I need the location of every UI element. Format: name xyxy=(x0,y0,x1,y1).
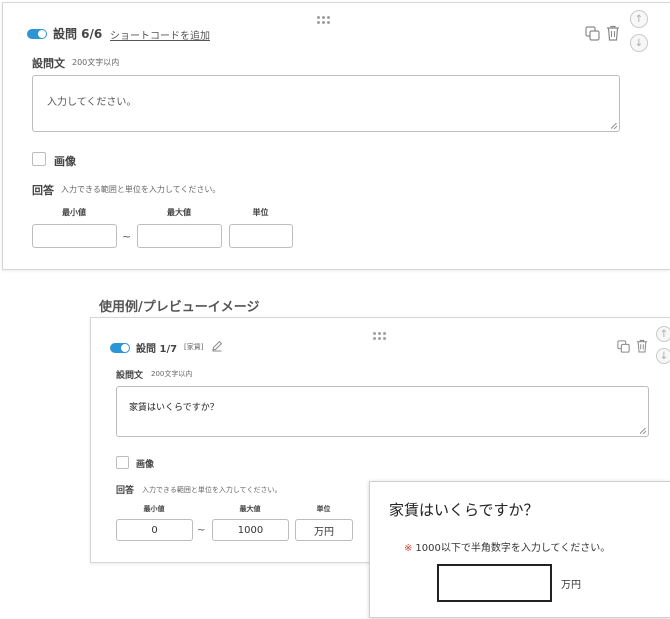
add-shortcode-link[interactable]: ショートコードを追加 xyxy=(110,27,210,42)
question-number-title: 設問 1/7 xyxy=(136,344,178,355)
delete-trash-icon[interactable] xyxy=(606,25,620,41)
answer-hint: 入力できる範囲と単位を入力してください。 xyxy=(142,486,282,494)
max-value-label: 最大値 xyxy=(167,208,191,217)
max-value-input[interactable] xyxy=(137,224,222,248)
move-up-icon[interactable]: ↑ xyxy=(630,10,648,28)
preview-note-text: 1000以下で半角数字を入力してください。 xyxy=(415,543,611,554)
unit-input[interactable]: 万円 xyxy=(295,519,353,541)
question-text-label: 設問文 xyxy=(32,57,65,70)
question-text-placeholder: 入力してください。 xyxy=(47,97,137,108)
move-up-icon[interactable]: ↑ xyxy=(656,326,670,342)
answer-label: 回答 xyxy=(116,486,135,496)
required-mark: ※ xyxy=(404,543,413,554)
preview-answer-input[interactable] xyxy=(437,564,552,602)
unit-label: 単位 xyxy=(316,505,331,513)
delete-trash-icon[interactable] xyxy=(636,339,648,353)
example-section-title: 使用例/プレビューイメージ xyxy=(99,300,260,315)
range-separator: ~ xyxy=(122,230,132,243)
drag-handle-icon[interactable] xyxy=(317,16,331,26)
move-down-icon[interactable]: ↓ xyxy=(656,348,670,364)
question-text-hint: 200文字以内 xyxy=(151,370,193,378)
question-number-title: 設問 6/6 xyxy=(53,27,103,41)
question-editor-card: 設問 6/6 ショートコードを追加 設問文 200文字以内 入力してください。 … xyxy=(2,2,670,270)
answer-label: 回答 xyxy=(32,184,54,197)
preview-question-text: 家賃はいくらですか？ xyxy=(389,501,539,519)
image-checkbox[interactable] xyxy=(32,152,46,166)
drag-handle-icon[interactable] xyxy=(373,332,387,342)
unit-label: 単位 xyxy=(252,208,269,217)
range-separator: ~ xyxy=(197,525,206,536)
question-text-hint: 200文字以内 xyxy=(72,58,120,67)
question-tag: [家賃] xyxy=(184,343,204,351)
min-value-label: 最小値 xyxy=(62,208,86,217)
resize-handle-icon[interactable] xyxy=(611,123,617,129)
duplicate-icon[interactable] xyxy=(617,340,630,353)
question-enabled-toggle[interactable] xyxy=(110,343,130,353)
question-text-input[interactable]: 入力してください。 xyxy=(32,75,620,132)
answer-preview-panel: 家賃はいくらですか？ ※ 1000以下で半角数字を入力してください。 万円 xyxy=(369,481,670,618)
min-value-label: 最小値 xyxy=(143,505,165,513)
question-text-label: 設問文 xyxy=(116,371,144,381)
max-value-input[interactable]: 1000 xyxy=(212,519,289,541)
duplicate-icon[interactable] xyxy=(585,26,600,41)
answer-hint: 入力できる範囲と単位を入力してください。 xyxy=(61,185,221,194)
question-text-input[interactable]: 家賃はいくらですか？ xyxy=(116,386,649,437)
resize-handle-icon[interactable] xyxy=(640,428,646,434)
image-label: 画像 xyxy=(54,155,76,168)
edit-pencil-icon[interactable] xyxy=(211,340,223,352)
question-enabled-toggle[interactable] xyxy=(27,29,47,39)
image-label: 画像 xyxy=(136,460,155,470)
preview-unit-label: 万円 xyxy=(561,580,581,591)
move-down-icon[interactable]: ↓ xyxy=(630,34,648,52)
question-text-value: 家賃はいくらですか？ xyxy=(129,403,219,413)
max-value-label: 最大値 xyxy=(239,505,261,513)
min-value-input[interactable]: 0 xyxy=(116,519,193,541)
preview-input-note: ※ 1000以下で半角数字を入力してください。 xyxy=(404,539,610,554)
unit-input[interactable] xyxy=(229,224,293,248)
image-checkbox[interactable] xyxy=(116,456,129,469)
min-value-input[interactable] xyxy=(32,224,117,248)
